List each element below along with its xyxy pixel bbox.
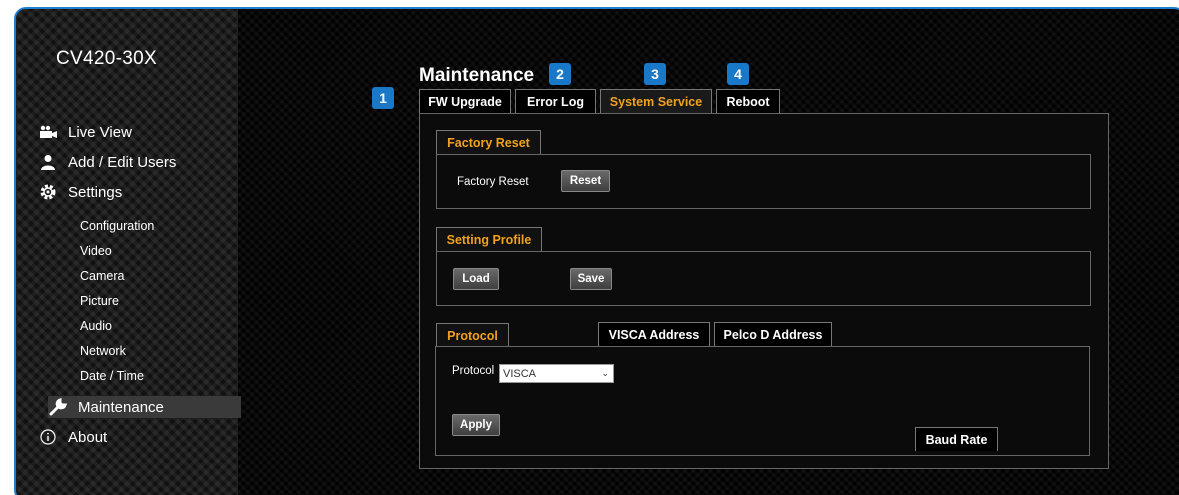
reset-button[interactable]: Reset (561, 170, 610, 192)
tab-system-service[interactable]: System Service (600, 89, 712, 113)
model-name: CV420-30X (56, 48, 157, 69)
sidebar-subitem-date-time[interactable]: Date / Time (80, 369, 144, 383)
protocol-select-value: VISCA (503, 367, 537, 380)
protocol-section: Protocol VISCA ⌄ Apply (435, 346, 1090, 456)
tab-fw-upgrade[interactable]: FW Upgrade (419, 89, 511, 113)
factory-reset-section: Factory Reset Reset (436, 154, 1091, 209)
camera-icon (38, 123, 58, 141)
sidebar-item-users[interactable]: Add / Edit Users (38, 151, 176, 173)
wrench-icon (48, 398, 68, 416)
callout-badge-3: 3 (644, 63, 666, 85)
sidebar-item-settings[interactable]: Settings (38, 181, 122, 203)
load-button[interactable]: Load (453, 268, 499, 290)
app-frame: CV420-30X Live View Add / Edit Users Set… (14, 7, 1179, 495)
factory-reset-label: Factory Reset (457, 176, 529, 188)
save-button[interactable]: Save (570, 268, 612, 290)
sidebar-item-label: Add / Edit Users (68, 153, 177, 171)
callout-badge-4: 4 (727, 63, 749, 85)
factory-reset-section-title: Factory Reset (436, 130, 541, 154)
chevron-down-icon: ⌄ (601, 368, 609, 378)
page-title: Maintenance (419, 65, 535, 86)
sidebar-subitem-picture[interactable]: Picture (80, 294, 119, 308)
sidebar-item-maintenance[interactable]: Maintenance (48, 396, 241, 418)
sidebar-item-live-view[interactable]: Live View (38, 121, 132, 143)
callout-badge-2: 2 (549, 63, 571, 85)
sidebar-subitem-camera[interactable]: Camera (80, 269, 124, 283)
sidebar-subitem-configuration[interactable]: Configuration (80, 219, 154, 233)
protocol-select[interactable]: VISCA ⌄ (499, 364, 614, 383)
sidebar: CV420-30X Live View Add / Edit Users Set… (16, 9, 241, 495)
setting-profile-section-title: Setting Profile (436, 227, 542, 251)
tab-pelco-d-address[interactable]: Pelco D Address (714, 322, 832, 346)
sidebar-item-label: Live View (68, 123, 132, 141)
sidebar-item-label: Maintenance (78, 398, 164, 416)
tab-error-log[interactable]: Error Log (515, 89, 596, 113)
tab-protocol[interactable]: Protocol (436, 323, 509, 347)
setting-profile-section: Load Save (436, 251, 1091, 306)
tab-visca-address[interactable]: VISCA Address (598, 322, 710, 346)
tab-reboot[interactable]: Reboot (716, 89, 780, 113)
info-icon (38, 428, 58, 446)
sidebar-item-label: About (68, 428, 108, 446)
callout-badge-1: 1 (372, 87, 394, 109)
sidebar-subitem-audio[interactable]: Audio (80, 319, 112, 333)
apply-button[interactable]: Apply (452, 414, 500, 436)
sidebar-item-label: Settings (68, 183, 123, 201)
sidebar-subitem-network[interactable]: Network (80, 344, 126, 358)
protocol-label: Protocol (452, 365, 495, 377)
sidebar-item-about[interactable]: About (38, 426, 107, 448)
sidebar-subitem-video[interactable]: Video (80, 244, 112, 258)
gear-icon (38, 183, 58, 201)
user-icon (38, 153, 58, 171)
